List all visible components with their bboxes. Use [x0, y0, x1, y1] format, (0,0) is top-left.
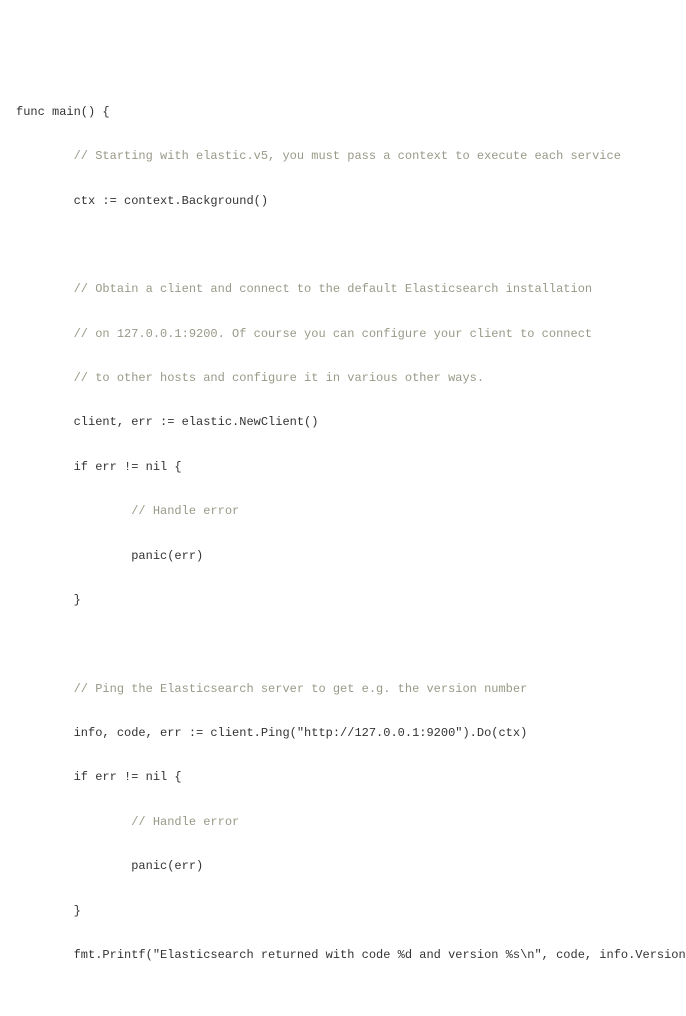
code-comment: // Starting with elastic.v5, you must pa…	[16, 145, 670, 167]
code-comment: // Handle error	[16, 811, 670, 833]
code-comment: // Handle error	[16, 500, 670, 522]
code-line: func main() {	[16, 101, 670, 123]
blank-line	[16, 988, 670, 1010]
code-line: panic(err)	[16, 545, 670, 567]
code-line: info, code, err := client.Ping("http://1…	[16, 722, 670, 744]
code-line: if err != nil {	[16, 456, 670, 478]
code-line: }	[16, 589, 670, 611]
code-line: panic(err)	[16, 855, 670, 877]
code-comment: // Ping the Elasticsearch server to get …	[16, 678, 670, 700]
code-comment: // to other hosts and configure it in va…	[16, 367, 670, 389]
code-line: fmt.Printf("Elasticsearch returned with …	[16, 944, 670, 966]
blank-line	[16, 633, 670, 655]
code-comment: // Obtain a client and connect to the de…	[16, 278, 670, 300]
code-line: if err != nil {	[16, 766, 670, 788]
blank-line	[16, 234, 670, 256]
code-line: client, err := elastic.NewClient()	[16, 411, 670, 433]
code-comment: // on 127.0.0.1:9200. Of course you can …	[16, 323, 670, 345]
code-line: }	[16, 900, 670, 922]
code-line: ctx := context.Background()	[16, 190, 670, 212]
